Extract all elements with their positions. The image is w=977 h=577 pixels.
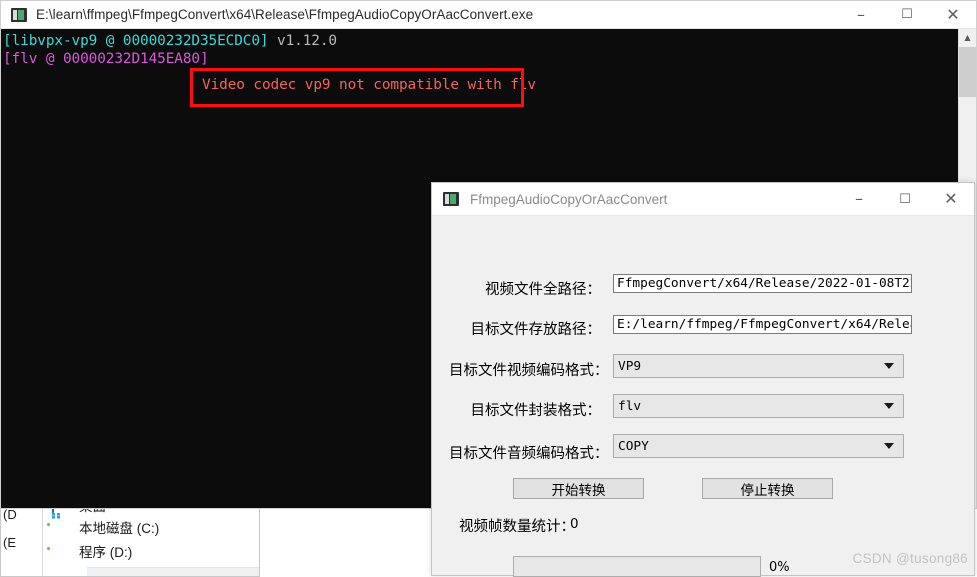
label-frame-count: 视频帧数量统计： [459, 519, 575, 535]
console-minimize-button[interactable]: – [838, 1, 884, 28]
console-line-1: [libvpx-vp9 @ 00000232D35ECDC0] v1.12.0 [3, 32, 337, 50]
target-folder-path-input[interactable]: E:/learn/ffmpeg/FfmpegConvert/x64/Releas… [613, 315, 912, 334]
label-target-folder-path: 目标文件存放路径： [470, 322, 602, 338]
stop-convert-button[interactable]: 停止转换 [702, 478, 833, 499]
video-file-path-input[interactable]: FfmpegConvert/x64/Release/2022-01-08T22-… [613, 274, 912, 293]
dialog-maximize-button[interactable]: ☐ [882, 183, 928, 215]
container-format-select[interactable]: flv [613, 394, 904, 418]
label-container-format: 目标文件封装格式： [470, 403, 602, 419]
explorer-partial-label-d: (D [3, 507, 17, 522]
dialog-minimize-button[interactable]: – [836, 183, 882, 215]
video-codec-selected-value: VP9 [618, 358, 642, 374]
container-format-selected-value: flv [618, 398, 642, 414]
scrollbar-thumb[interactable] [959, 47, 976, 97]
video-codec-select[interactable]: VP9 [613, 354, 904, 378]
dialog-content: 视频文件全路径： FfmpegConvert/x64/Release/2022-… [432, 216, 974, 577]
console-line-2: [flv @ 00000232D145EA80] [3, 50, 209, 68]
console-maximize-button[interactable]: ☐ [884, 1, 930, 28]
console-window-controls: – ☐ ✕ [838, 1, 976, 28]
dialog-window-controls: – ☐ ✕ [836, 183, 974, 215]
progress-percent-label: 0% [769, 560, 790, 575]
label-video-file-path: 视频文件全路径： [485, 282, 601, 298]
dialog-title-text: FfmpegAudioCopyOrAacConvert [470, 191, 668, 207]
console-title-bar[interactable]: E:\learn\ffmpeg\FfmpegConvert\x64\Releas… [1, 1, 976, 29]
hard-drive-icon [52, 543, 72, 559]
console-close-button[interactable]: ✕ [930, 1, 976, 28]
ffmpeg-convert-dialog: FfmpegAudioCopyOrAacConvert – ☐ ✕ 视频文件全路… [431, 182, 975, 577]
dialog-app-icon [443, 192, 459, 206]
explorer-partial-label-e: (E [3, 535, 16, 550]
explorer-item-program-d[interactable]: 程序 (D:) [52, 540, 132, 562]
explorer-item-label: 本地磁盘 (C:) [79, 521, 160, 536]
screen-root: (D (E 桌面 本地磁盘 (C:) 程序 (D:) E:\learn\ffmp… [0, 0, 977, 577]
chevron-down-icon [884, 443, 894, 449]
explorer-item-label: 程序 (D:) [79, 545, 133, 560]
label-audio-codec: 目标文件音频编码格式： [449, 446, 609, 462]
frame-count-value: 0 [570, 516, 579, 532]
start-convert-button[interactable]: 开始转换 [513, 478, 644, 499]
dialog-title-bar[interactable]: FfmpegAudioCopyOrAacConvert – ☐ ✕ [432, 183, 974, 216]
conversion-progress-bar [513, 556, 761, 577]
audio-codec-select[interactable]: COPY [613, 434, 904, 458]
label-video-codec: 目标文件视频编码格式： [449, 363, 609, 379]
explorer-item-local-disk-c[interactable]: 本地磁盘 (C:) [52, 516, 159, 538]
console-line-1-version: v1.12.0 [268, 33, 337, 49]
audio-codec-selected-value: COPY [618, 438, 649, 454]
hard-drive-windows-icon [52, 519, 72, 535]
error-highlight-box [190, 68, 524, 107]
watermark-text: CSDN @tusong86 [852, 551, 968, 566]
chevron-down-icon [884, 363, 894, 369]
dialog-close-button[interactable]: ✕ [928, 183, 974, 215]
console-line-1-tag: [libvpx-vp9 @ 00000232D35ECDC0] [3, 33, 269, 49]
explorer-status-bar [87, 567, 259, 576]
scroll-up-arrow-icon[interactable]: ▲ [959, 29, 976, 46]
console-title-text: E:\learn\ffmpeg\FfmpegConvert\x64\Releas… [36, 7, 534, 22]
console-line-2-tag: [flv @ 00000232D145EA80] [3, 51, 209, 67]
console-app-icon [11, 7, 27, 22]
chevron-down-icon [884, 403, 894, 409]
